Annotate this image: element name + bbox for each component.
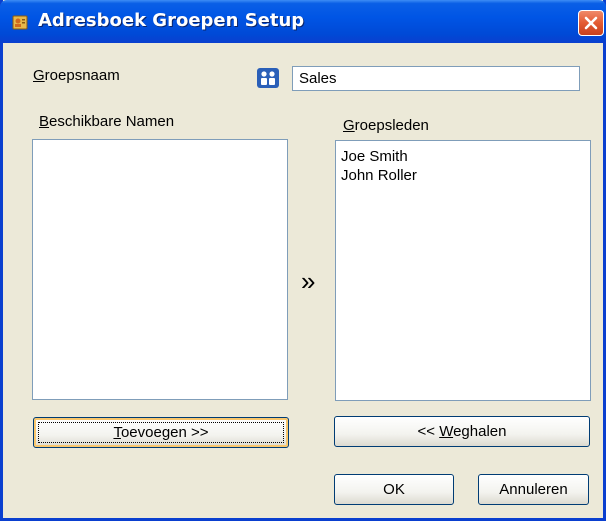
remove-button-label: eghalen [453,423,507,440]
group-members-list[interactable]: Joe Smith John Roller [335,140,591,401]
remove-button-accel: W [439,423,454,440]
dialog-window: Adresboek Groepen Setup Groepsnaam Besch… [0,0,606,521]
address-book-icon [12,15,28,30]
group-members-label: Groepsleden [343,117,429,134]
close-icon [584,16,598,30]
group-name-input[interactable] [292,66,580,91]
remove-button-prefix: << [417,423,440,440]
add-button[interactable]: Toevoegen >> [33,417,289,448]
title-bar[interactable]: Adresboek Groepen Setup [0,0,606,43]
close-button[interactable] [578,10,604,36]
group-name-label: Groepsnaam [33,67,120,84]
remove-button[interactable]: << Weghalen [334,416,590,447]
available-names-list[interactable] [32,139,288,400]
list-item[interactable]: Joe Smith [341,147,585,166]
window-title: Adresboek Groepen Setup [38,10,305,31]
double-chevron-right-icon: » [301,266,316,296]
ok-button[interactable]: OK [334,474,454,505]
available-names-label: Beschikbare Namen [39,113,175,130]
list-item[interactable]: John Roller [341,166,585,185]
add-button-label: oevoegen >> [120,424,209,441]
cancel-button[interactable]: Annuleren [478,474,589,505]
group-people-icon [257,68,279,88]
add-button-accel: T [113,424,121,441]
